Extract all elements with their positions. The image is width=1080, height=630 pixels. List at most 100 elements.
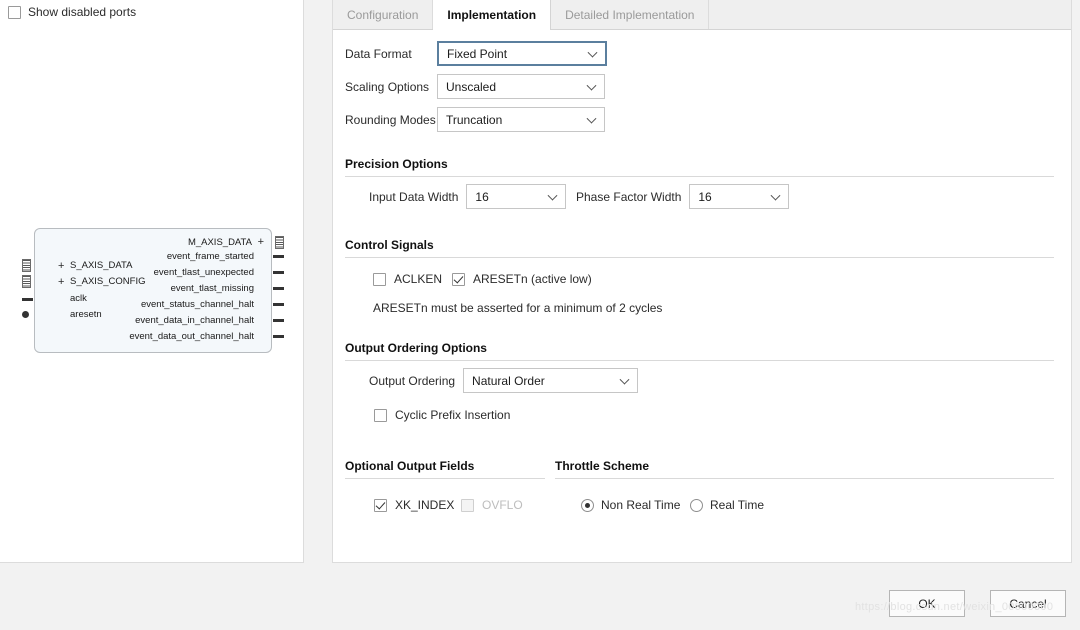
bus-expand-icon-s-axis-config[interactable]: + <box>58 277 64 287</box>
chevron-down-icon <box>587 80 597 90</box>
output-ordering-options-rule <box>345 360 1054 361</box>
output-ordering-label: Output Ordering <box>369 374 455 388</box>
port-pin-s-axis-config <box>22 275 31 288</box>
xk-index-row[interactable]: XK_INDEX <box>374 498 454 512</box>
port-label-m-axis-data: M_AXIS_DATA <box>188 238 252 248</box>
optional-output-fields-title: Optional Output Fields <box>345 459 474 473</box>
port-label-s-axis-config: S_AXIS_CONFIG <box>70 277 146 287</box>
aresetn-row[interactable]: ARESETn (active low) <box>452 272 592 286</box>
phase-factor-width-row: Phase Factor Width 16 <box>576 184 789 209</box>
throttle-non-real-time-option[interactable]: Non Real Time <box>581 498 680 512</box>
input-data-width-label: Input Data Width <box>369 190 458 204</box>
phase-factor-width-value: 16 <box>698 190 711 204</box>
scaling-options-select[interactable]: Unscaled <box>437 74 605 99</box>
output-ordering-value: Natural Order <box>472 374 545 388</box>
chevron-down-icon <box>620 374 630 384</box>
port-pin-m-axis-data <box>275 236 284 249</box>
phase-factor-width-label: Phase Factor Width <box>576 190 681 204</box>
rounding-modes-select[interactable]: Truncation <box>437 107 605 132</box>
ovflo-label: OVFLO <box>482 498 523 512</box>
port-pin-event-data-out-channel-halt <box>273 335 284 338</box>
output-ordering-options-title: Output Ordering Options <box>345 341 487 355</box>
port-pin-event-tlast-unexpected <box>273 271 284 274</box>
rounding-modes-value: Truncation <box>446 113 502 127</box>
data-format-row: Data Format Fixed Point <box>345 41 615 66</box>
output-ordering-select[interactable]: Natural Order <box>463 368 638 393</box>
tab-detailed-implementation[interactable]: Detailed Implementation <box>551 0 709 29</box>
xk-index-label: XK_INDEX <box>395 498 454 512</box>
port-label-event-tlast-missing: event_tlast_missing <box>171 284 254 294</box>
scaling-options-label: Scaling Options <box>345 80 437 94</box>
port-label-s-axis-data: S_AXIS_DATA <box>70 261 132 271</box>
control-signals-rule <box>345 257 1054 258</box>
port-label-aresetn: aresetn <box>70 310 102 320</box>
chevron-down-icon <box>548 190 558 200</box>
show-disabled-ports-checkbox[interactable] <box>8 6 21 19</box>
dialog-footer: OK Cancel <box>0 563 1080 630</box>
tab-implementation-label: Implementation <box>447 8 536 22</box>
chevron-down-icon <box>771 190 781 200</box>
cyclic-prefix-insertion-label: Cyclic Prefix Insertion <box>395 408 510 422</box>
port-label-event-data-out-channel-halt: event_data_out_channel_halt <box>129 332 254 342</box>
scaling-options-value: Unscaled <box>446 80 496 94</box>
data-format-select[interactable]: Fixed Point <box>437 41 607 66</box>
bus-expand-icon-s-axis-data[interactable]: + <box>58 261 64 271</box>
tab-bar-filler <box>709 0 1071 29</box>
port-pin-s-axis-data <box>22 259 31 272</box>
port-pin-aresetn <box>22 311 29 318</box>
input-data-width-row: Input Data Width 16 <box>369 184 566 209</box>
ovflo-row: OVFLO <box>461 498 523 512</box>
chevron-down-icon <box>588 47 598 57</box>
show-disabled-ports-label: Show disabled ports <box>28 5 136 19</box>
precision-options-rule <box>345 176 1054 177</box>
scaling-options-row: Scaling Options Unscaled <box>345 74 615 99</box>
xk-index-checkbox[interactable] <box>374 499 387 512</box>
chevron-down-icon <box>587 113 597 123</box>
rounding-modes-row: Rounding Modes Truncation <box>345 107 615 132</box>
ip-symbol-panel: Show disabled ports + S_AXIS_DATA + S_AX… <box>0 0 304 563</box>
aclken-label: ACLKEN <box>394 272 442 286</box>
tab-detailed-implementation-label: Detailed Implementation <box>565 8 694 22</box>
data-format-value: Fixed Point <box>447 47 507 61</box>
real-time-label: Real Time <box>710 498 764 512</box>
aclken-checkbox[interactable] <box>373 273 386 286</box>
aresetn-note: ARESETn must be asserted for a minimum o… <box>373 301 662 315</box>
port-pin-aclk <box>22 298 33 301</box>
tab-bar: Configuration Implementation Detailed Im… <box>333 0 1071 30</box>
throttle-scheme-rule <box>555 478 1054 479</box>
cyclic-prefix-insertion-row[interactable]: Cyclic Prefix Insertion <box>374 408 510 422</box>
throttle-real-time-option[interactable]: Real Time <box>690 498 764 512</box>
phase-factor-width-select[interactable]: 16 <box>689 184 789 209</box>
non-real-time-label: Non Real Time <box>601 498 680 512</box>
data-format-label: Data Format <box>345 47 437 61</box>
ovflo-checkbox <box>461 499 474 512</box>
port-label-event-data-in-channel-halt: event_data_in_channel_halt <box>135 316 254 326</box>
input-data-width-select[interactable]: 16 <box>466 184 566 209</box>
rounding-modes-label: Rounding Modes <box>345 113 437 127</box>
control-signals-title: Control Signals <box>345 238 434 252</box>
implementation-form: Data Format Fixed Point Scaling Options … <box>333 30 1071 562</box>
cyclic-prefix-insertion-checkbox[interactable] <box>374 409 387 422</box>
show-disabled-ports-row[interactable]: Show disabled ports <box>8 5 136 19</box>
port-pin-event-frame-started <box>273 255 284 258</box>
port-pin-event-status-channel-halt <box>273 303 284 306</box>
real-time-radio[interactable] <box>690 499 703 512</box>
port-pin-event-tlast-missing <box>273 287 284 290</box>
output-ordering-row: Output Ordering Natural Order <box>369 368 638 393</box>
aclken-row[interactable]: ACLKEN <box>373 272 442 286</box>
bus-expand-icon-m-axis-data[interactable]: + <box>258 237 264 247</box>
dialog-root: Show disabled ports + S_AXIS_DATA + S_AX… <box>0 0 1080 630</box>
port-label-event-tlast-unexpected: event_tlast_unexpected <box>154 268 254 278</box>
tab-configuration[interactable]: Configuration <box>333 0 433 29</box>
settings-panel: Configuration Implementation Detailed Im… <box>332 0 1072 563</box>
optional-output-fields-rule <box>345 478 545 479</box>
port-label-aclk: aclk <box>70 294 87 304</box>
port-label-event-status-channel-halt: event_status_channel_halt <box>141 300 254 310</box>
throttle-scheme-title: Throttle Scheme <box>555 459 649 473</box>
aresetn-checkbox[interactable] <box>452 273 465 286</box>
watermark: https://blog.csdn.net/weixin_00000000 <box>855 601 1053 613</box>
non-real-time-radio[interactable] <box>581 499 594 512</box>
tab-implementation[interactable]: Implementation <box>433 0 551 29</box>
tab-configuration-label: Configuration <box>347 8 418 22</box>
input-data-width-value: 16 <box>475 190 488 204</box>
